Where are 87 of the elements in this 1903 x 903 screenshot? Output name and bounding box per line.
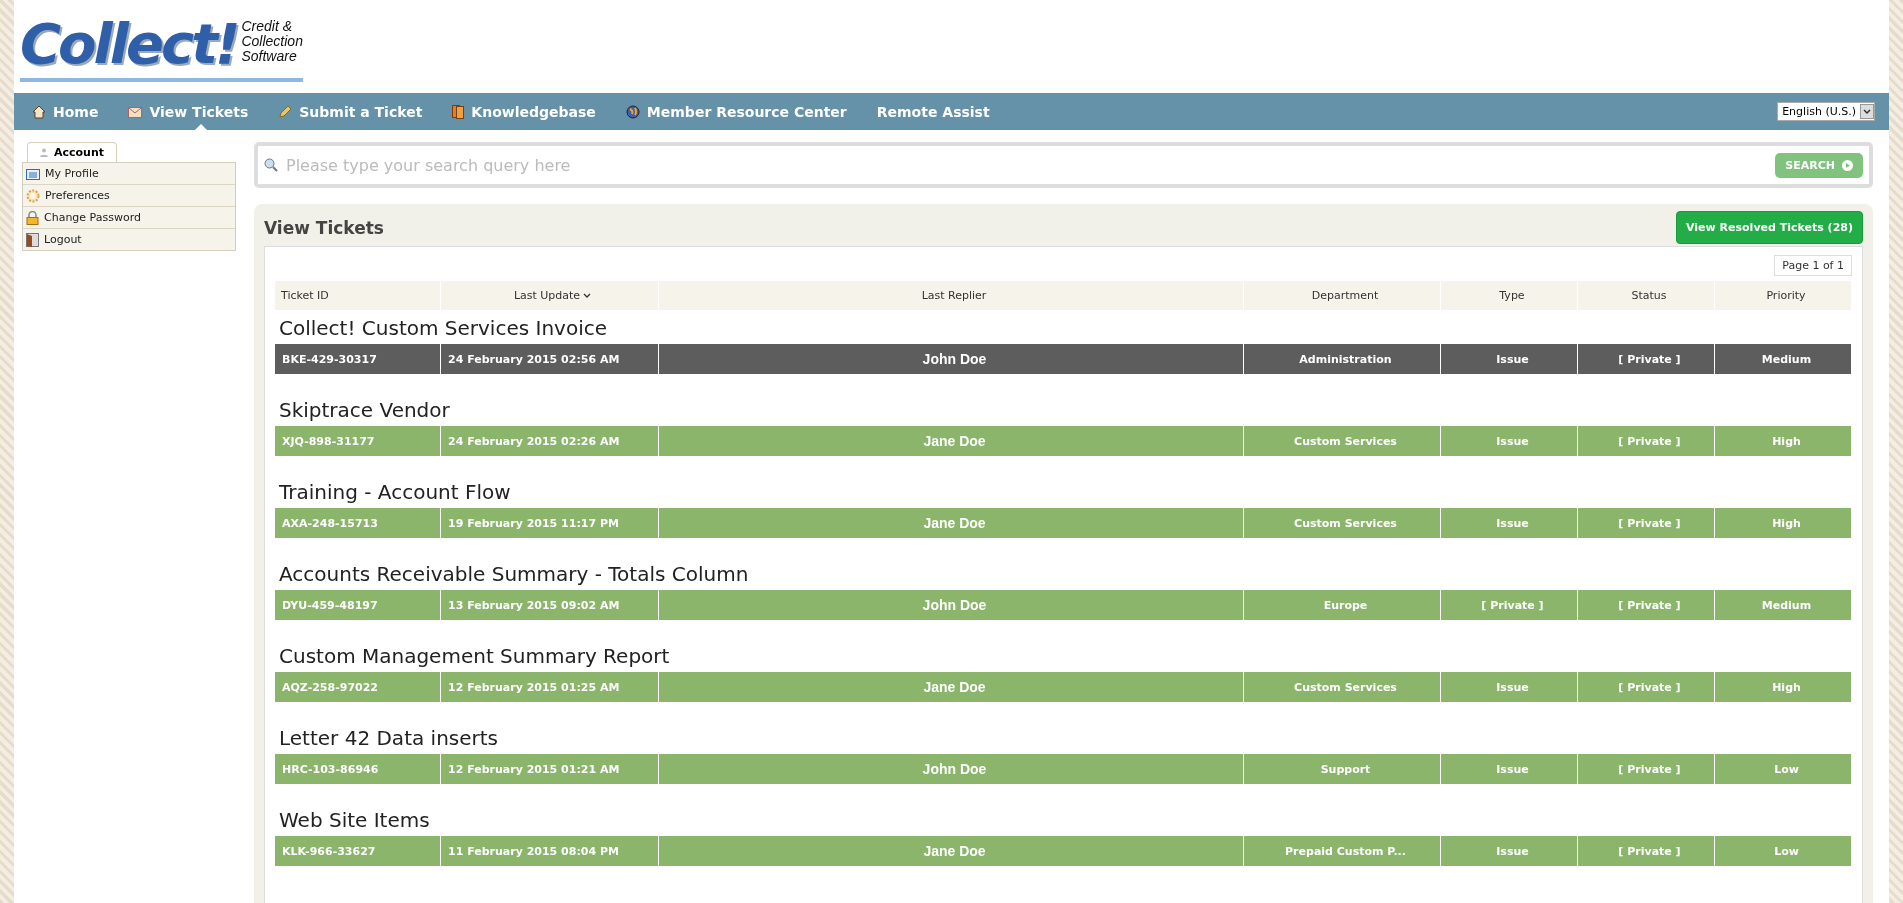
column-header[interactable]: Ticket ID [275, 281, 441, 310]
table-cell: HRC-103-86946 [275, 754, 441, 784]
table-cell: [ Private ] [1578, 672, 1715, 702]
ticket-subject[interactable]: Accounts Receivable Summary - Totals Column [275, 556, 1852, 590]
play-circle-icon [1842, 159, 1853, 171]
ticket-subject[interactable]: Web Site Items [275, 802, 1852, 836]
table-cell: Jane Doe [659, 426, 1244, 456]
table-cell: [ Private ] [1578, 508, 1715, 538]
table-cell: [ Private ] [1578, 344, 1715, 374]
table-cell: [ Private ] [1578, 426, 1715, 456]
table-cell: 12 February 2015 01:21 AM [441, 754, 659, 784]
table-cell: Jane Doe [659, 508, 1244, 538]
table-cell: Issue [1441, 508, 1578, 538]
table-cell: Europe [1244, 590, 1441, 620]
gear-icon [26, 188, 40, 203]
table-cell: XJQ-898-31177 [275, 426, 441, 456]
table-cell: 24 February 2015 02:26 AM [441, 426, 659, 456]
table-cell: Custom Services [1244, 508, 1441, 538]
pagination-label: Page 1 of 1 [1774, 255, 1852, 276]
table-cell: 13 February 2015 09:02 AM [441, 590, 659, 620]
table-cell: Medium [1715, 590, 1852, 620]
column-header[interactable]: Department [1244, 281, 1441, 310]
sidebar-item[interactable]: Logout [23, 229, 235, 250]
folder-icon [26, 167, 40, 180]
sidebar-item[interactable]: My Profile [23, 163, 235, 185]
table-cell: High [1715, 508, 1852, 538]
pencil-icon [278, 104, 293, 119]
table-cell: Low [1715, 754, 1852, 784]
table-cell: AXA-248-15713 [275, 508, 441, 538]
table-cell: Jane Doe [659, 672, 1244, 702]
table-cell: Custom Services [1244, 426, 1441, 456]
person-icon [40, 148, 48, 157]
table-cell: John Doe [659, 590, 1244, 620]
globe-icon [625, 104, 640, 119]
sort-caret-icon [583, 293, 592, 298]
language-select[interactable]: English (U.S.) [1777, 102, 1875, 121]
ticket-subject[interactable]: Custom Management Summary Report [275, 638, 1852, 672]
table-cell: [ Private ] [1441, 590, 1578, 620]
books-icon [452, 104, 465, 119]
table-cell: AQZ-258-97022 [275, 672, 441, 702]
table-cell: Issue [1441, 672, 1578, 702]
table-cell: 24 February 2015 02:56 AM [441, 344, 659, 374]
table-cell: Medium [1715, 344, 1852, 374]
logo-wordmark: Collect! [20, 11, 238, 76]
table-cell: [ Private ] [1578, 754, 1715, 784]
table-cell: Issue [1441, 344, 1578, 374]
table-cell: 11 February 2015 08:04 PM [441, 836, 659, 866]
table-cell: Issue [1441, 426, 1578, 456]
ticket-subject[interactable]: Collect! Custom Services Invoice [275, 310, 1852, 344]
column-header[interactable]: Last Update [441, 281, 659, 310]
table-cell: John Doe [659, 754, 1244, 784]
table-cell: High [1715, 672, 1852, 702]
door-icon [26, 232, 39, 247]
column-header[interactable]: Type [1441, 281, 1578, 310]
table-cell: 12 February 2015 01:25 AM [441, 672, 659, 702]
panel-title: View Tickets [264, 217, 384, 238]
table-cell: Support [1244, 754, 1441, 784]
sidebar-item[interactable]: Preferences [23, 185, 235, 207]
sidebar-item[interactable]: Change Password [23, 207, 235, 229]
padlock-icon [26, 210, 39, 225]
ticket-subject[interactable]: Training - Account Flow [275, 474, 1852, 508]
column-header[interactable]: Priority [1715, 281, 1852, 310]
logo-tagline: Credit & Collection Software [241, 17, 303, 64]
ticket-row[interactable]: BKE-429-30317 24 February 2015 02:56 AM John Doe Administration Issue [ Private ] Medium [275, 344, 1852, 374]
table-cell: Low [1715, 836, 1852, 866]
table-cell: John Doe [659, 344, 1244, 374]
account-tab[interactable]: Account [27, 142, 118, 162]
envelope-icon [128, 105, 143, 118]
search-icon [264, 158, 278, 172]
table-cell: Prepaid Custom P... [1244, 836, 1441, 866]
table-cell: BKE-429-30317 [275, 344, 441, 374]
table-cell: KLK-966-33627 [275, 836, 441, 866]
ticket-subject[interactable]: Letter 42 Data inserts [275, 720, 1852, 754]
table-cell: Custom Services [1244, 672, 1441, 702]
table-cell: [ Private ] [1578, 836, 1715, 866]
table-cell: [ Private ] [1578, 590, 1715, 620]
table-cell: High [1715, 426, 1852, 456]
table-cell: 19 February 2015 11:17 PM [441, 508, 659, 538]
house-icon [32, 104, 46, 119]
column-header[interactable]: Status [1578, 281, 1715, 310]
table-cell: Issue [1441, 836, 1578, 866]
table-cell: DYU-459-48197 [275, 590, 441, 620]
table-cell: Jane Doe [659, 836, 1244, 866]
table-cell: Administration [1244, 344, 1441, 374]
column-header[interactable]: Last Replier [659, 281, 1244, 310]
ticket-subject[interactable]: Skiptrace Vendor [275, 392, 1852, 426]
table-cell: Issue [1441, 754, 1578, 784]
